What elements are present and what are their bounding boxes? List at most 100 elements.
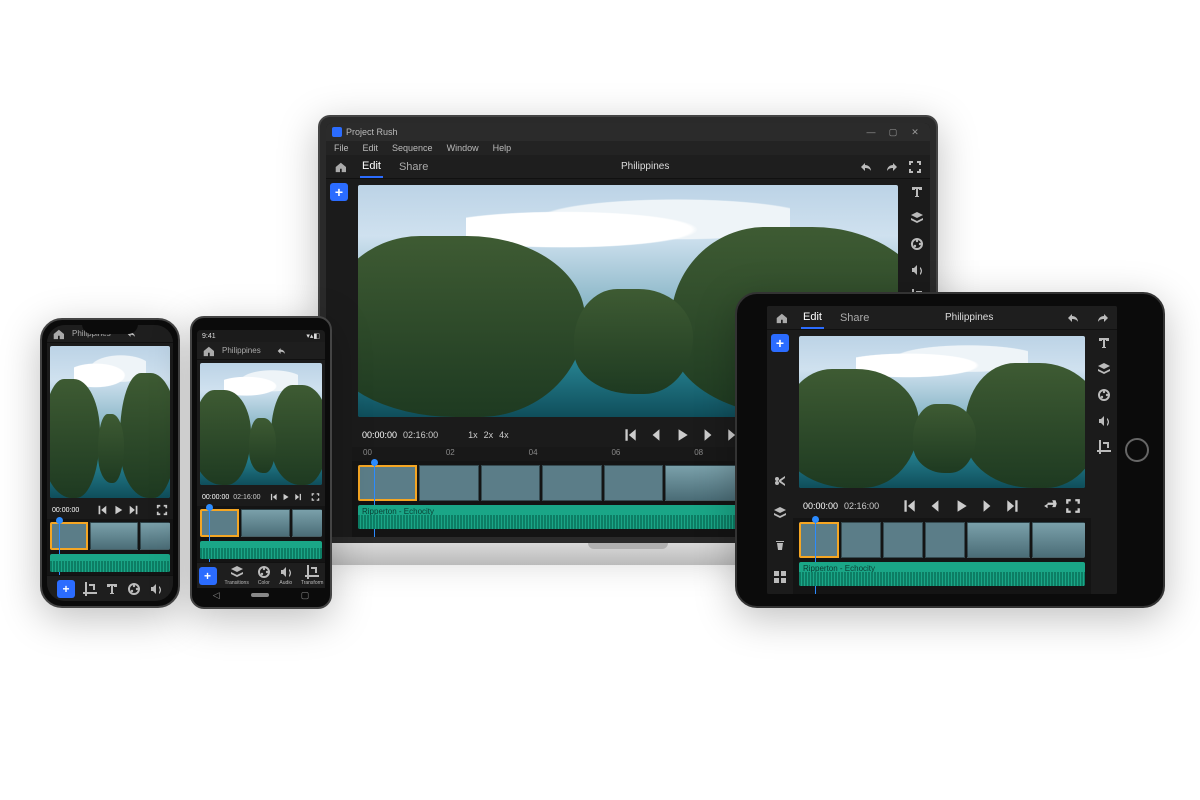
play-icon[interactable] [112,504,124,516]
fullscreen-icon[interactable] [908,160,922,174]
title-tool-icon[interactable] [1097,336,1111,350]
tool-transitions[interactable]: Transitions [225,565,249,586]
android-back-button[interactable]: ◁ [213,590,220,601]
play-icon[interactable] [281,491,290,503]
timeline[interactable]: Ripperton - Echocity [793,518,1091,594]
video-clip[interactable] [1032,522,1085,558]
video-clip[interactable] [967,522,1030,558]
window-maximize-button[interactable]: ▢ [884,127,902,138]
fullscreen-icon[interactable] [1065,498,1081,514]
trash-icon[interactable] [773,538,787,552]
skip-end-icon[interactable] [1005,498,1021,514]
video-clip[interactable] [292,509,322,537]
home-icon[interactable] [202,345,214,357]
undo-icon[interactable] [860,160,874,174]
fullscreen-icon[interactable] [311,491,320,503]
video-clip[interactable] [241,509,290,537]
transitions-tool-icon[interactable] [910,211,924,225]
tool-color[interactable]: Color [257,565,271,586]
step-forward-icon[interactable] [979,498,995,514]
transitions-tool-icon[interactable] [1097,362,1111,376]
video-clip[interactable] [883,522,923,558]
audio-track[interactable]: Ripperton - Echocity [799,562,1085,586]
tab-edit[interactable]: Edit [801,307,824,329]
video-clip[interactable] [481,465,540,501]
crop-tool-icon[interactable] [1097,440,1111,454]
video-clip[interactable] [200,509,239,537]
tool-color[interactable] [127,582,141,596]
add-media-button[interactable]: + [330,183,348,201]
tab-edit[interactable]: Edit [360,156,383,178]
step-forward-icon[interactable] [700,427,716,443]
tool-audio[interactable]: Audio [279,565,293,586]
skip-start-icon[interactable] [901,498,917,514]
add-media-button[interactable]: + [199,567,217,585]
video-clip[interactable] [358,465,417,501]
video-preview[interactable] [50,346,170,498]
skip-start-icon[interactable] [96,504,108,516]
color-tool-icon[interactable] [1097,388,1111,402]
scissors-icon[interactable] [773,474,787,488]
video-clip[interactable] [140,522,170,550]
android-home-button[interactable] [251,593,269,597]
play-icon[interactable] [953,498,969,514]
menu-edit[interactable]: Edit [363,143,379,153]
undo-icon[interactable] [277,346,287,356]
video-clip[interactable] [542,465,601,501]
audio-track[interactable] [50,554,170,572]
home-icon[interactable] [775,312,787,324]
rate-4x[interactable]: 4x [499,430,509,440]
video-clip[interactable] [50,522,88,550]
add-media-button[interactable]: + [57,580,75,598]
tool-title[interactable] [105,582,119,596]
rate-1x[interactable]: 1x [468,430,478,440]
tablet-home-button[interactable] [1125,438,1149,462]
window-close-button[interactable]: ✕ [906,127,924,138]
menu-window[interactable]: Window [447,143,479,153]
fullscreen-icon[interactable] [156,504,168,516]
skip-start-icon[interactable] [622,427,638,443]
step-back-icon[interactable] [648,427,664,443]
tool-audio[interactable] [149,582,163,596]
tool-crop[interactable] [83,582,97,596]
android-recents-button[interactable]: ▢ [301,590,310,601]
menu-help[interactable]: Help [493,143,512,153]
tab-share[interactable]: Share [838,308,871,328]
timeline[interactable] [197,506,325,562]
add-media-button[interactable]: + [771,334,789,352]
loop-icon[interactable] [1043,498,1059,514]
skip-start-icon[interactable] [269,491,278,503]
color-tool-icon[interactable] [910,237,924,251]
play-icon[interactable] [674,427,690,443]
rate-2x[interactable]: 2x [484,430,494,440]
step-back-icon[interactable] [927,498,943,514]
tool-transform[interactable]: Transform [301,565,324,586]
menu-sequence[interactable]: Sequence [392,143,433,153]
video-preview[interactable] [799,336,1085,488]
undo-icon[interactable] [1067,311,1081,325]
home-icon[interactable] [52,328,64,340]
tab-share[interactable]: Share [397,157,430,177]
audio-track[interactable] [200,541,322,559]
timeline[interactable] [47,519,173,575]
audio-tool-icon[interactable] [910,263,924,277]
video-preview[interactable] [200,363,322,485]
video-clip[interactable] [604,465,663,501]
video-clip[interactable] [799,522,839,558]
track-toggle-icon[interactable] [773,506,787,520]
home-icon[interactable] [334,161,346,173]
window-minimize-button[interactable]: — [862,127,880,137]
skip-end-icon[interactable] [128,504,140,516]
redo-icon[interactable] [1095,311,1109,325]
video-clip[interactable] [419,465,478,501]
audio-tool-icon[interactable] [1097,414,1111,428]
redo-icon[interactable] [884,160,898,174]
grid-icon[interactable] [773,570,787,584]
menu-file[interactable]: File [334,143,349,153]
video-clip[interactable] [925,522,965,558]
skip-end-icon[interactable] [294,491,303,503]
title-tool-icon[interactable] [910,185,924,199]
video-clip[interactable] [841,522,881,558]
video-clip[interactable] [90,522,138,550]
video-clip[interactable] [665,465,746,501]
